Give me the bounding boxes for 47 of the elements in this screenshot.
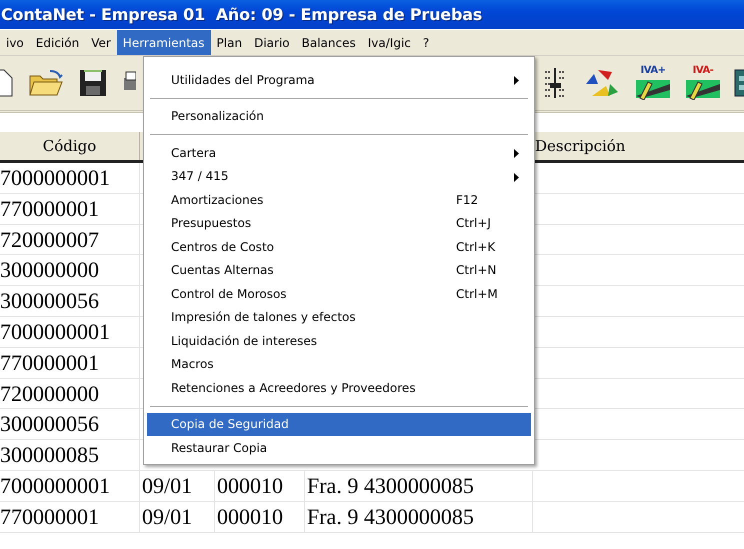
menu-bar-item[interactable]: Diario bbox=[248, 30, 296, 55]
menu-item[interactable]: Cartera bbox=[147, 141, 531, 164]
menu-item[interactable]: Amortizaciones F12 bbox=[147, 188, 531, 212]
table-cell: 720000007 bbox=[0, 224, 140, 254]
table-cell: Fra. 9 4300000085 bbox=[305, 502, 533, 532]
table-cell: 300000056 bbox=[0, 286, 140, 316]
table-cell: 09/01 bbox=[140, 502, 215, 532]
table-cell: 720000000 bbox=[0, 378, 140, 408]
menu-bar-item[interactable]: ? bbox=[416, 30, 436, 55]
table-cell: 770000001 bbox=[0, 502, 140, 532]
menu-item[interactable]: Macros bbox=[147, 352, 531, 376]
table-cell: 770000001 bbox=[0, 348, 140, 378]
table-cell: 09/01 bbox=[140, 470, 215, 501]
table-cell: 7000000001 bbox=[0, 316, 140, 347]
column-header[interactable]: Descripción bbox=[533, 132, 744, 160]
menu-item[interactable]: Impresión de talones y efectos bbox=[147, 306, 531, 329]
folder-icon[interactable] bbox=[28, 68, 64, 98]
table-cell: 300000056 bbox=[0, 409, 140, 440]
menu-bar-item[interactable]: Iva/Igic bbox=[362, 30, 417, 55]
menu-item[interactable]: Liquidación de intereses bbox=[147, 329, 531, 352]
menu-item[interactable]: Control de Morosos Ctrl+M bbox=[147, 282, 531, 306]
table-cell: 000010 bbox=[215, 502, 305, 532]
table-cell: 7000000001 bbox=[0, 470, 140, 501]
table-cell: 7000000001 bbox=[0, 163, 140, 193]
menu-item[interactable]: Retenciones a Acreedores y Proveedores bbox=[147, 376, 531, 400]
menu-item[interactable]: Personalización bbox=[147, 104, 531, 128]
menu-bar-item[interactable]: Herramientas bbox=[116, 30, 211, 55]
menu-item[interactable]: Restaurar Copia bbox=[147, 436, 531, 460]
table-cell: 300000085 bbox=[0, 440, 140, 470]
menu-bar-item[interactable]: Plan bbox=[210, 30, 248, 55]
save-icon[interactable] bbox=[78, 68, 108, 98]
table-cell: 770000001 bbox=[0, 194, 140, 224]
menu-bar-item[interactable]: Ver bbox=[85, 30, 117, 55]
menu-item[interactable]: Copia de Seguridad bbox=[147, 412, 531, 436]
column-header[interactable]: Código bbox=[0, 132, 140, 160]
menu-bar-item[interactable]: Balances bbox=[296, 30, 362, 55]
window-title: ContaNet - Empresa 01 Año: 09 - Empresa de Pruebas bbox=[1, 5, 482, 24]
menu-item[interactable]: Presupuestos Ctrl+J bbox=[147, 212, 531, 235]
menu-item[interactable]: 347 / 415 bbox=[147, 164, 531, 188]
menu-bar-item[interactable]: ivo bbox=[0, 30, 30, 55]
table-cell: 000010 bbox=[215, 470, 305, 501]
menu-item[interactable]: Cuentas Alternas Ctrl+N bbox=[147, 258, 531, 282]
table-cell: Fra. 9 4300000085 bbox=[305, 470, 533, 501]
table-cell: 300000000 bbox=[0, 255, 140, 286]
menu-item[interactable]: Centros de Costo Ctrl+K bbox=[147, 235, 531, 258]
menu-item[interactable]: Utilidades del Programa bbox=[147, 68, 531, 92]
menu-bar-item[interactable]: Edición bbox=[30, 30, 86, 55]
